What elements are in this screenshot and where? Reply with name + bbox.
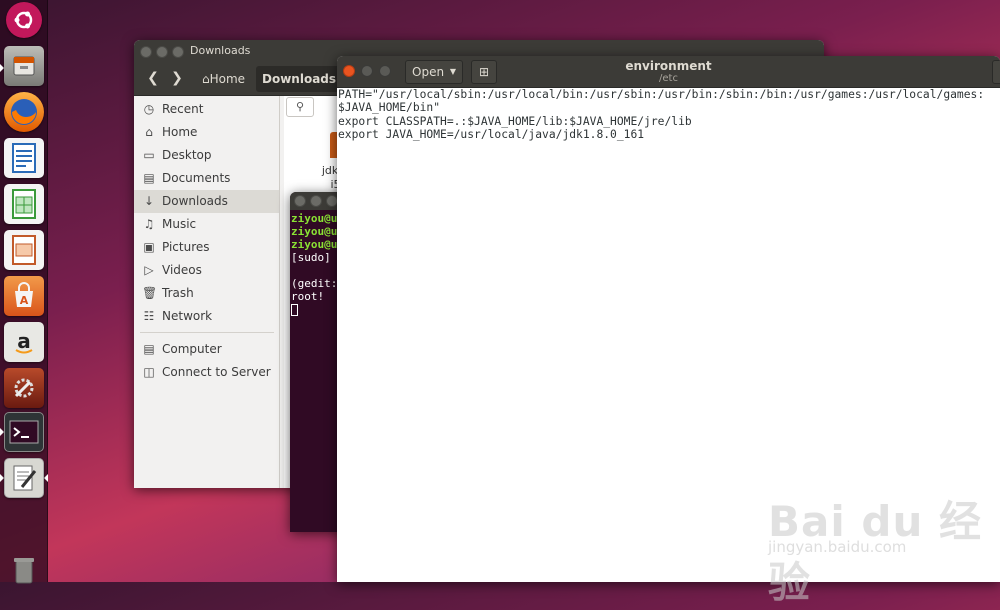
terminal-line: (gedit: (291, 277, 338, 290)
software-center-icon[interactable]: A (4, 276, 44, 316)
terminal-line: ziyou@u (291, 238, 338, 251)
sidebar-item-label: Trash (162, 286, 194, 300)
document-path: /etc (659, 73, 678, 84)
home-icon: ⌂ (145, 125, 153, 139)
sidebar-item-music[interactable]: ♫ Music (134, 213, 279, 236)
firefox-globe-icon (11, 99, 37, 125)
editor-line: $JAVA_HOME/bin" (338, 101, 441, 115)
sidebar-item-label: Home (162, 125, 198, 139)
baidu-watermark-url: jingyan.baidu.com (768, 538, 907, 556)
forward-button[interactable]: ❯ (166, 67, 188, 89)
file-cabinet-icon[interactable] (4, 46, 44, 86)
sidebar-item-downloads[interactable]: ↓ Downloads (134, 190, 279, 213)
editor-line: PATH="/usr/local/sbin:/usr/local/bin:/us… (338, 88, 985, 101)
unity-launcher: A a (0, 0, 48, 584)
libreoffice-writer-icon[interactable] (4, 138, 44, 178)
amazon-icon[interactable]: a (4, 322, 44, 362)
sidebar-item-label: Documents (162, 171, 231, 185)
close-icon[interactable] (294, 195, 306, 207)
sidebar-item-label: Pictures (162, 240, 210, 254)
text-editor-icon[interactable] (4, 458, 44, 498)
calc-sheet-icon (12, 189, 36, 219)
sidebar-item-desktop[interactable]: ▭ Desktop (134, 144, 279, 167)
breadcrumb-home-label: Home (209, 72, 246, 86)
svg-text:a: a (17, 329, 31, 353)
home-icon: ⌂ (202, 72, 210, 86)
breadcrumb-home[interactable]: ⌂Home (196, 66, 251, 92)
files-window-title: Downloads (190, 44, 251, 57)
ubuntu-circle-icon (14, 11, 33, 29)
sidebar-item-documents[interactable]: ▤ Documents (134, 167, 279, 190)
gedit-headerbar: Open ▼ ⊞ environment /etc (337, 56, 1000, 88)
editor-line: export JAVA_HOME=/usr/local/java/jdk1.8.… (338, 127, 645, 141)
system-settings-icon[interactable] (4, 368, 44, 408)
download-icon: ↓ (143, 194, 155, 208)
terminal-prompt-icon (9, 420, 39, 444)
trash-icon[interactable] (4, 550, 44, 590)
music-icon: ♫ (143, 217, 155, 231)
sidebar-item-network[interactable]: ☷ Network (134, 305, 279, 328)
sidebar-item-label: Downloads (162, 194, 228, 208)
sidebar-item-label: Videos (162, 263, 202, 277)
terminal-line: ziyou@u (291, 212, 338, 225)
editor-line: export CLASSPATH=.:$JAVA_HOME/lib:$JAVA_… (338, 114, 692, 128)
maximize-icon[interactable] (172, 46, 184, 58)
sidebar-divider (140, 332, 274, 333)
places-sidebar: ◷ Recent ⌂ Home ▭ Desktop ▤ Documents ↓ Downl… (134, 96, 280, 488)
libreoffice-calc-icon[interactable] (4, 184, 44, 224)
shopping-bag-icon: A (15, 282, 33, 307)
sidebar-item-label: Network (162, 309, 213, 323)
writer-doc-icon (12, 143, 36, 173)
drawer-icon (13, 56, 35, 76)
close-icon[interactable] (140, 46, 152, 58)
svg-text:A: A (20, 294, 29, 307)
sidebar-item-label: Music (162, 217, 197, 231)
picture-icon: ▣ (143, 240, 155, 254)
trash-can-icon (14, 558, 34, 584)
network-icon: ☷ (143, 309, 155, 323)
terminal-line: root! (291, 290, 325, 303)
video-icon: ▷ (144, 263, 154, 277)
trash-icon: 🗑 (142, 286, 158, 300)
sidebar-item-computer[interactable]: ▤ Computer (134, 338, 279, 361)
terminal-line: [sudo] (291, 251, 338, 264)
minimize-icon[interactable] (310, 195, 322, 207)
libreoffice-impress-icon[interactable] (4, 230, 44, 270)
document-icon: ▤ (143, 171, 155, 185)
sidebar-item-recent[interactable]: ◷ Recent (134, 98, 279, 121)
save-button[interactable] (992, 60, 1000, 84)
impress-slide-icon (12, 235, 36, 265)
minimize-icon[interactable] (156, 46, 168, 58)
sidebar-item-pictures[interactable]: ▣ Pictures (134, 236, 279, 259)
text-editor-area[interactable]: PATH="/usr/local/sbin:/usr/local/bin:/us… (338, 88, 1000, 141)
sidebar-item-videos[interactable]: ▷ Videos (134, 259, 279, 282)
sidebar-item-trash[interactable]: 🗑 Trash (134, 282, 279, 305)
breadcrumb-downloads[interactable]: Downloads (256, 66, 343, 92)
server-icon: ◫ (143, 365, 155, 379)
sidebar-item-label: Computer (162, 342, 222, 356)
search-icon[interactable]: ⚲ (286, 97, 314, 117)
wrench-gear-icon (14, 378, 34, 398)
computer-icon: ▤ (143, 342, 155, 356)
terminal-line: ziyou@u (291, 225, 338, 238)
terminal-cursor (291, 304, 298, 316)
clock-icon: ◷ (143, 102, 155, 116)
notepad-pencil-icon (13, 465, 37, 491)
active-indicator (44, 474, 48, 482)
sidebar-item-label: Connect to Server (162, 365, 271, 379)
firefox-icon[interactable] (4, 92, 44, 132)
back-button[interactable]: ❮ (142, 67, 164, 89)
amazon-logo-icon: a (15, 329, 33, 354)
document-title: environment (625, 59, 712, 73)
sidebar-item-connect-to-server[interactable]: ◫ Connect to Server (134, 361, 279, 384)
sidebar-item-home[interactable]: ⌂ Home (134, 121, 279, 144)
sidebar-item-label: Desktop (162, 148, 212, 162)
ubuntu-logo-icon[interactable] (6, 2, 42, 38)
terminal-icon[interactable] (4, 412, 44, 452)
sidebar-item-label: Recent (162, 102, 204, 116)
desktop-icon: ▭ (143, 148, 155, 162)
